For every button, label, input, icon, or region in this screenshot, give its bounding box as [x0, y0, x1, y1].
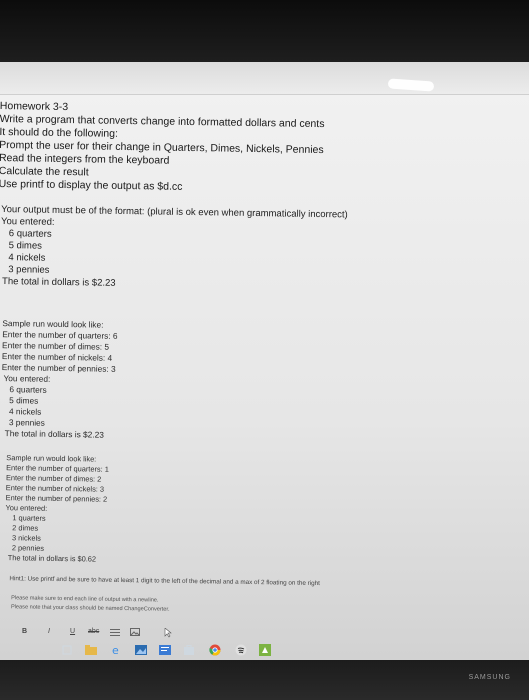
doc-line: 1 quarters	[12, 513, 46, 523]
doc-line: 5 dimes	[9, 395, 39, 406]
doc-line: Please make sure to end each line of out…	[11, 595, 159, 604]
list-icon[interactable]	[110, 628, 120, 638]
doc-line: 3 nickels	[11, 533, 41, 543]
doc-line: You entered:	[0, 216, 55, 228]
doc-line: You entered:	[3, 373, 51, 384]
task-view-icon[interactable]	[60, 643, 74, 657]
doc-line: Sample run would look like:	[2, 318, 104, 330]
image-icon[interactable]	[130, 628, 140, 638]
cursor-icon	[164, 627, 172, 640]
italic-button[interactable]: I	[48, 628, 50, 635]
doc-line: Enter the number of quarters: 6	[2, 329, 118, 341]
doc-line: The total in dollars is $2.23	[1, 276, 116, 289]
doc-line: Please note that your class should be na…	[10, 604, 170, 613]
doc-line: You entered:	[5, 503, 48, 513]
doc-line: Enter the number of quarters: 1	[6, 463, 109, 474]
doc-line: 2 pennies	[11, 543, 45, 553]
doc-line: 3 pennies	[8, 417, 45, 428]
browser-top-strip	[0, 62, 529, 95]
doc-line: Enter the number of dimes: 2	[5, 473, 102, 484]
doc-line: The total in dollars is $0.62	[7, 553, 97, 564]
doc-line: Use printf to display the output as $d.c…	[0, 177, 183, 193]
doc-line: It should do the following:	[0, 125, 119, 140]
taskbar-icons: e	[0, 640, 529, 660]
underline-button[interactable]: U	[70, 628, 75, 635]
store-icon[interactable]	[182, 643, 196, 657]
doc-line: 2 dimes	[12, 523, 39, 533]
doc-line: Hint1: Use printf and be sure to have at…	[9, 575, 320, 588]
doc-line: The total in dollars is $2.23	[4, 428, 104, 440]
assignment-document: Homework 3-3 Write a program that conver…	[0, 96, 529, 613]
doc-line: Enter the number of pennies: 2	[5, 493, 108, 504]
doc-line: Sample run would look like:	[6, 453, 97, 464]
bold-button[interactable]: B	[22, 628, 27, 635]
doc-line: 6 quarters	[9, 384, 47, 395]
doc-line: Calculate the result	[0, 164, 89, 179]
news-icon[interactable]	[158, 643, 172, 657]
photos-icon[interactable]	[134, 643, 148, 657]
doc-line: 3 pennies	[8, 264, 50, 276]
doc-line: 5 dimes	[8, 240, 42, 252]
doc-line: Enter the number of nickels: 3	[5, 483, 105, 494]
spotify-icon[interactable]	[234, 643, 248, 657]
doc-line: Enter the number of dimes: 5	[2, 340, 110, 352]
monitor-brand-logo: SAMSUNG	[468, 674, 511, 681]
doc-line: 4 nickels	[8, 252, 46, 264]
doc-line: Enter the number of nickels: 4	[1, 351, 113, 363]
monitor-bezel-top	[0, 0, 529, 62]
doc-line: 4 nickels	[8, 406, 42, 417]
edge-icon[interactable]: e	[110, 643, 124, 657]
screen: Homework 3-3 Write a program that conver…	[0, 62, 529, 660]
monitor-bezel-bottom: SAMSUNG	[0, 660, 529, 700]
chrome-icon[interactable]	[208, 643, 222, 657]
doc-title: Homework 3-3	[0, 99, 69, 114]
file-explorer-icon[interactable]	[84, 643, 98, 657]
strikethrough-button[interactable]: abc	[88, 628, 99, 635]
svg-text:e: e	[112, 644, 119, 656]
doc-line: Enter the number of pennies: 3	[1, 362, 116, 374]
app-icon[interactable]	[258, 643, 272, 657]
doc-line: 6 quarters	[8, 228, 52, 240]
